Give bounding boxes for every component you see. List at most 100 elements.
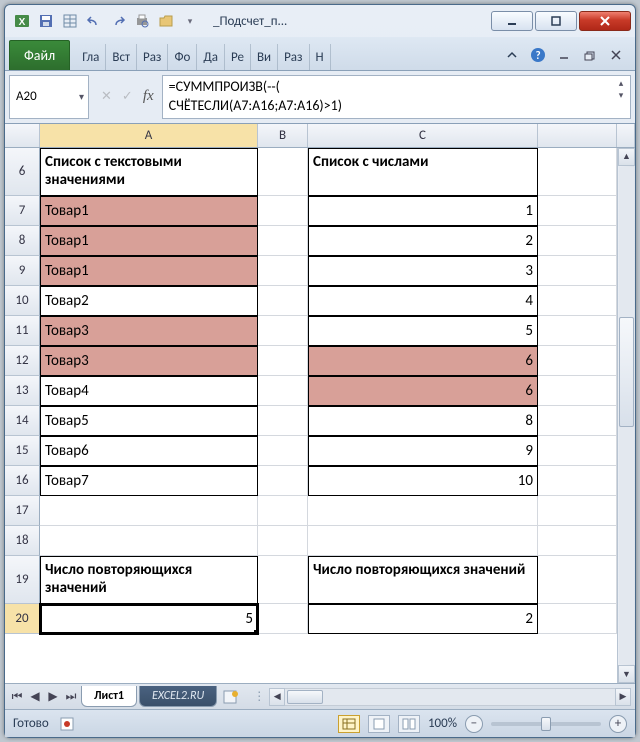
ribbon-tab[interactable]: Гла — [76, 44, 106, 70]
cell-summary-label[interactable]: Число повторяющихся значений — [40, 556, 258, 604]
open-icon[interactable] — [157, 12, 175, 30]
select-all-corner[interactable] — [5, 124, 40, 147]
zoom-out-icon[interactable]: − — [465, 715, 483, 733]
column-header[interactable]: A — [40, 124, 258, 147]
column-header-blank[interactable] — [538, 124, 617, 147]
print-preview-icon[interactable] — [133, 12, 151, 30]
save-icon[interactable] — [37, 12, 55, 30]
cell[interactable] — [258, 196, 308, 226]
vertical-scrollbar[interactable]: ▲ ▼ — [617, 148, 635, 683]
help-icon[interactable]: ? — [527, 44, 549, 66]
cell[interactable]: 10 — [308, 466, 538, 496]
column-header[interactable]: B — [258, 124, 308, 147]
maximize-button[interactable] — [535, 11, 577, 31]
cell[interactable] — [538, 376, 617, 406]
scroll-thumb[interactable] — [619, 317, 634, 427]
cell[interactable] — [258, 286, 308, 316]
macro-record-icon[interactable] — [59, 716, 75, 732]
scroll-left-icon[interactable]: ◀ — [269, 688, 285, 706]
cell-summary-label[interactable]: Число повторяющихся значений — [308, 556, 538, 604]
cell[interactable]: 1 — [308, 196, 538, 226]
row-header[interactable]: 11 — [5, 316, 40, 346]
zoom-level[interactable]: 100% — [428, 716, 457, 731]
cell[interactable] — [258, 436, 308, 466]
cell[interactable]: 5 — [308, 316, 538, 346]
row-header[interactable]: 19 — [5, 556, 40, 604]
row-header[interactable]: 8 — [5, 226, 40, 256]
cell[interactable]: Товар3 — [40, 346, 258, 376]
cell[interactable] — [258, 496, 308, 526]
cell[interactable] — [308, 496, 538, 526]
undo-icon[interactable] — [85, 12, 103, 30]
cell[interactable] — [258, 406, 308, 436]
cell[interactable]: 3 — [308, 256, 538, 286]
row-header[interactable]: 13 — [5, 376, 40, 406]
fx-icon[interactable]: fx — [143, 88, 154, 105]
ribbon-tab[interactable]: Фо — [168, 44, 197, 70]
row-header[interactable]: 12 — [5, 346, 40, 376]
cell[interactable]: 8 — [308, 406, 538, 436]
row-header[interactable]: 14 — [5, 406, 40, 436]
row-header[interactable]: 9 — [5, 256, 40, 286]
grid-body[interactable]: 6 Список с текстовыми значениями Список … — [5, 148, 635, 683]
redo-icon[interactable] — [109, 12, 127, 30]
view-page-break-icon[interactable] — [398, 715, 420, 733]
ribbon-tab[interactable]: Вст — [106, 44, 137, 70]
cell[interactable]: Товар1 — [40, 256, 258, 286]
cell-header-c[interactable]: Список с числами — [308, 148, 538, 196]
row-header[interactable]: 20 — [5, 604, 40, 634]
cell[interactable] — [538, 604, 617, 634]
cell[interactable] — [538, 346, 617, 376]
scroll-right-icon[interactable]: ▶ — [615, 688, 631, 706]
formula-expand-icon[interactable]: ▴▾ — [612, 76, 630, 118]
cell[interactable] — [538, 436, 617, 466]
cell[interactable] — [538, 148, 617, 196]
cell[interactable]: Товар3 — [40, 316, 258, 346]
row-header[interactable]: 6 — [5, 148, 40, 196]
qat-down-icon[interactable]: ▾ — [181, 12, 199, 30]
cell[interactable] — [538, 526, 617, 556]
ribbon-tab[interactable]: Ре — [225, 44, 251, 70]
view-page-layout-icon[interactable] — [368, 715, 390, 733]
cell[interactable] — [40, 496, 258, 526]
table-icon[interactable] — [61, 12, 79, 30]
cell[interactable] — [538, 286, 617, 316]
file-tab[interactable]: Файл — [9, 40, 70, 70]
cell[interactable]: 2 — [308, 226, 538, 256]
zoom-thumb[interactable] — [541, 717, 551, 731]
cell[interactable] — [538, 496, 617, 526]
cell[interactable]: Товар2 — [40, 286, 258, 316]
ribbon-tab[interactable]: Н — [310, 44, 331, 70]
row-header[interactable]: 15 — [5, 436, 40, 466]
tab-last-icon[interactable]: ⏭ — [63, 690, 79, 704]
tab-next-icon[interactable]: ▶ — [45, 689, 61, 704]
ribbon-tab[interactable]: Раз — [278, 44, 309, 70]
row-header[interactable]: 7 — [5, 196, 40, 226]
ribbon-tab[interactable]: Ви — [251, 44, 278, 70]
scroll-up-icon[interactable]: ▲ — [618, 148, 635, 166]
h-scroll-thumb[interactable] — [287, 690, 323, 704]
enter-icon[interactable]: ✓ — [122, 89, 133, 104]
zoom-in-icon[interactable]: + — [609, 715, 627, 733]
doc-close-icon[interactable] — [605, 44, 627, 66]
cell[interactable]: 6 — [308, 376, 538, 406]
sheet-tab[interactable]: EXCEL2.RU — [139, 686, 217, 707]
cell[interactable] — [40, 526, 258, 556]
row-header[interactable]: 17 — [5, 496, 40, 526]
horizontal-scrollbar[interactable]: ⋮ ◀ ▶ — [249, 688, 631, 706]
cell-header-a[interactable]: Список с текстовыми значениями — [40, 148, 258, 196]
cell[interactable] — [258, 604, 308, 634]
cell[interactable] — [538, 556, 617, 604]
cell[interactable]: Товар6 — [40, 436, 258, 466]
row-header[interactable]: 16 — [5, 466, 40, 496]
cell[interactable] — [258, 316, 308, 346]
cancel-icon[interactable]: ✕ — [101, 89, 112, 104]
cell[interactable] — [258, 466, 308, 496]
cell[interactable]: 4 — [308, 286, 538, 316]
cell[interactable]: Товар4 — [40, 376, 258, 406]
zoom-slider[interactable] — [491, 722, 601, 726]
cell[interactable] — [538, 256, 617, 286]
doc-restore-icon[interactable] — [579, 44, 601, 66]
new-sheet-icon[interactable] — [223, 690, 239, 704]
cell[interactable]: Товар7 — [40, 466, 258, 496]
